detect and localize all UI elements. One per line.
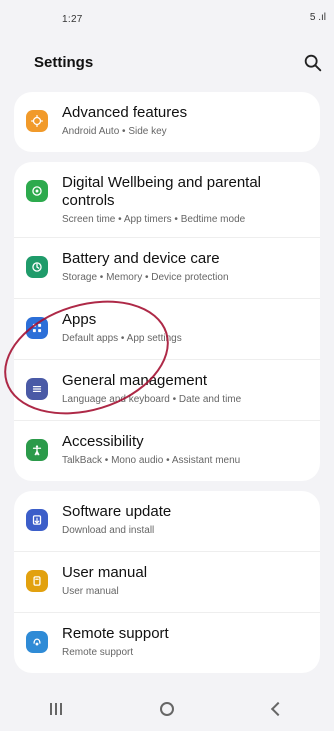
settings-item-user-manual[interactable]: User manual User manual	[14, 551, 320, 612]
settings-item-digital-wellbeing[interactable]: Digital Wellbeing and parental controls …	[14, 162, 320, 237]
settings-item-general-management[interactable]: General management Language and keyboard…	[14, 359, 320, 420]
settings-item-label: General management	[62, 372, 208, 389]
settings-item-advanced-features[interactable]: Advanced features Android Auto • Side ke…	[14, 92, 320, 152]
settings-item-accessibility[interactable]: Accessibility TalkBack • Mono audio • As…	[14, 420, 320, 481]
settings-card: Digital Wellbeing and parental controls …	[14, 162, 320, 481]
wellbeing-icon	[26, 180, 48, 202]
home-button[interactable]	[137, 691, 197, 727]
back-icon	[271, 701, 286, 717]
settings-item-label: Digital Wellbeing and parental controls	[62, 174, 262, 209]
settings-item-subtitle: Screen time • App timers • Bedtime mode	[62, 214, 246, 225]
settings-item-label: Advanced features	[62, 104, 188, 121]
settings-item-label: Remote support	[62, 625, 169, 642]
settings-item-software-update[interactable]: Software update Download and install	[14, 491, 320, 551]
settings-item-label: Battery and device care	[62, 250, 220, 267]
accessibility-icon	[26, 439, 48, 461]
settings-item-subtitle: Android Auto • Side key	[62, 126, 167, 137]
settings-item-label: Apps	[62, 311, 97, 328]
settings-item-subtitle: User manual	[62, 586, 119, 597]
status-indicators: 5 .ıl	[309, 12, 326, 23]
settings-item-remote-support[interactable]: Remote support Remote support	[14, 612, 320, 673]
settings-item-label: Software update	[62, 503, 172, 520]
status-time: 1:27	[62, 14, 83, 25]
gear-plus-icon	[26, 110, 48, 132]
battery-icon	[26, 256, 48, 278]
manual-icon	[26, 570, 48, 592]
remote-support-icon	[26, 631, 48, 653]
general-management-icon	[26, 378, 48, 400]
software-update-icon	[26, 509, 48, 531]
settings-item-subtitle: Storage • Memory • Device protection	[62, 272, 229, 283]
settings-item-subtitle: Remote support	[62, 647, 134, 658]
search-icon[interactable]	[302, 52, 324, 74]
back-button[interactable]	[248, 691, 308, 727]
recent-apps-button[interactable]	[26, 691, 86, 727]
settings-item-subtitle: Language and keyboard • Date and time	[62, 394, 242, 405]
settings-item-subtitle: TalkBack • Mono audio • Assistant menu	[62, 455, 241, 466]
recent-apps-icon	[49, 703, 62, 715]
settings-item-battery-and-device-care[interactable]: Battery and device care Storage • Memory…	[14, 237, 320, 298]
settings-item-subtitle: Default apps • App settings	[62, 333, 182, 344]
settings-item-label: User manual	[62, 564, 148, 581]
settings-card: Software update Download and install Use…	[14, 491, 320, 673]
settings-card: Advanced features Android Auto • Side ke…	[14, 92, 320, 152]
page-title: Settings	[34, 54, 94, 71]
status-bar: 1:27 5 .ıl	[0, 0, 334, 34]
navigation-bar	[0, 687, 334, 731]
settings-item-apps[interactable]: Apps Default apps • App settings	[14, 298, 320, 359]
settings-item-subtitle: Download and install	[62, 525, 155, 536]
app-bar: Settings	[0, 34, 334, 90]
settings-list: Advanced features Android Auto • Side ke…	[14, 92, 320, 683]
apps-grid-icon	[26, 317, 48, 339]
home-icon	[159, 702, 174, 716]
settings-item-label: Accessibility	[62, 433, 144, 450]
